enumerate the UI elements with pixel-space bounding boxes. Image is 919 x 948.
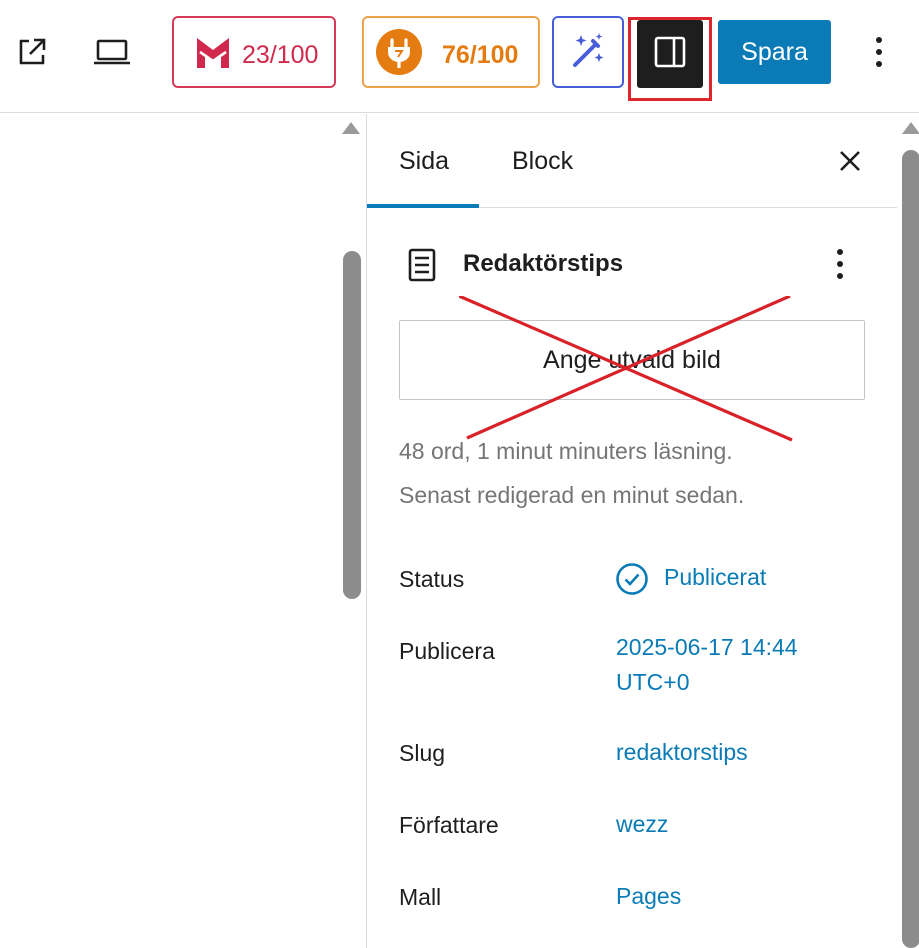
publish-label: Publicera — [399, 638, 495, 664]
readability-score-button[interactable]: 76/100 — [362, 16, 540, 88]
tab-page[interactable]: Sida — [367, 114, 479, 208]
publish-date-value[interactable]: 2025-06-17 14:44 UTC+0 — [616, 630, 798, 700]
publish-timezone-line: UTC+0 — [616, 669, 690, 695]
status-label: Status — [399, 566, 465, 592]
published-check-icon — [615, 562, 649, 601]
document-icon — [405, 248, 439, 287]
panel-options-icon[interactable] — [825, 244, 855, 284]
last-edited-text: Senast redigerad en minut sedan. — [399, 482, 745, 508]
ai-assistant-button[interactable] — [552, 16, 624, 88]
editor-canvas[interactable] — [0, 114, 366, 948]
template-value[interactable]: Pages — [616, 879, 681, 914]
external-link-icon[interactable] — [10, 30, 54, 74]
set-featured-image-button[interactable]: Ange utvald bild — [399, 320, 865, 400]
template-label: Mall — [399, 884, 442, 910]
word-count-text: 48 ord, 1 minut minuters läsning. — [399, 438, 733, 464]
laptop-icon[interactable] — [88, 30, 136, 74]
page-title: Redaktörstips — [463, 250, 624, 277]
canvas-scroll-up-arrow[interactable] — [342, 122, 360, 134]
close-icon[interactable] — [833, 144, 867, 178]
active-tab-indicator — [367, 204, 479, 208]
settings-sidebar-toggle[interactable] — [637, 20, 703, 88]
settings-sidebar: Sida Block Redaktörstips Ange utvald bil… — [367, 114, 897, 948]
status-value[interactable]: Publicerat — [664, 560, 766, 595]
editor-toolbar: 23/100 76/100 Spara — [0, 0, 919, 113]
canvas-scrollbar-thumb[interactable] — [343, 251, 361, 599]
sidebar-icon — [653, 35, 687, 74]
seo-score-value: 23/100 — [242, 41, 319, 69]
save-button[interactable]: Spara — [718, 20, 831, 84]
author-label: Författare — [399, 812, 499, 838]
m-logo-icon — [194, 35, 232, 76]
sidebar-scrollbar-thumb[interactable] — [902, 150, 919, 948]
sidebar-tabs: Sida Block — [367, 114, 897, 208]
tab-block[interactable]: Block — [479, 114, 599, 208]
tab-block-label: Block — [512, 146, 574, 175]
slug-value[interactable]: redaktorstips — [616, 735, 748, 770]
seo-score-button[interactable]: 23/100 — [172, 16, 336, 88]
magic-wand-icon — [569, 31, 607, 74]
tab-page-label: Sida — [399, 146, 450, 175]
vertical-ellipsis-icon[interactable] — [862, 32, 896, 72]
plug-icon — [375, 28, 423, 81]
document-summary-header: Redaktörstips — [367, 234, 897, 294]
readability-score-value: 76/100 — [442, 41, 519, 69]
author-value[interactable]: wezz — [616, 807, 668, 842]
slug-label: Slug — [399, 740, 446, 766]
publish-date-line: 2025-06-17 14:44 — [616, 634, 798, 660]
sidebar-scroll-up-arrow[interactable] — [902, 122, 919, 134]
